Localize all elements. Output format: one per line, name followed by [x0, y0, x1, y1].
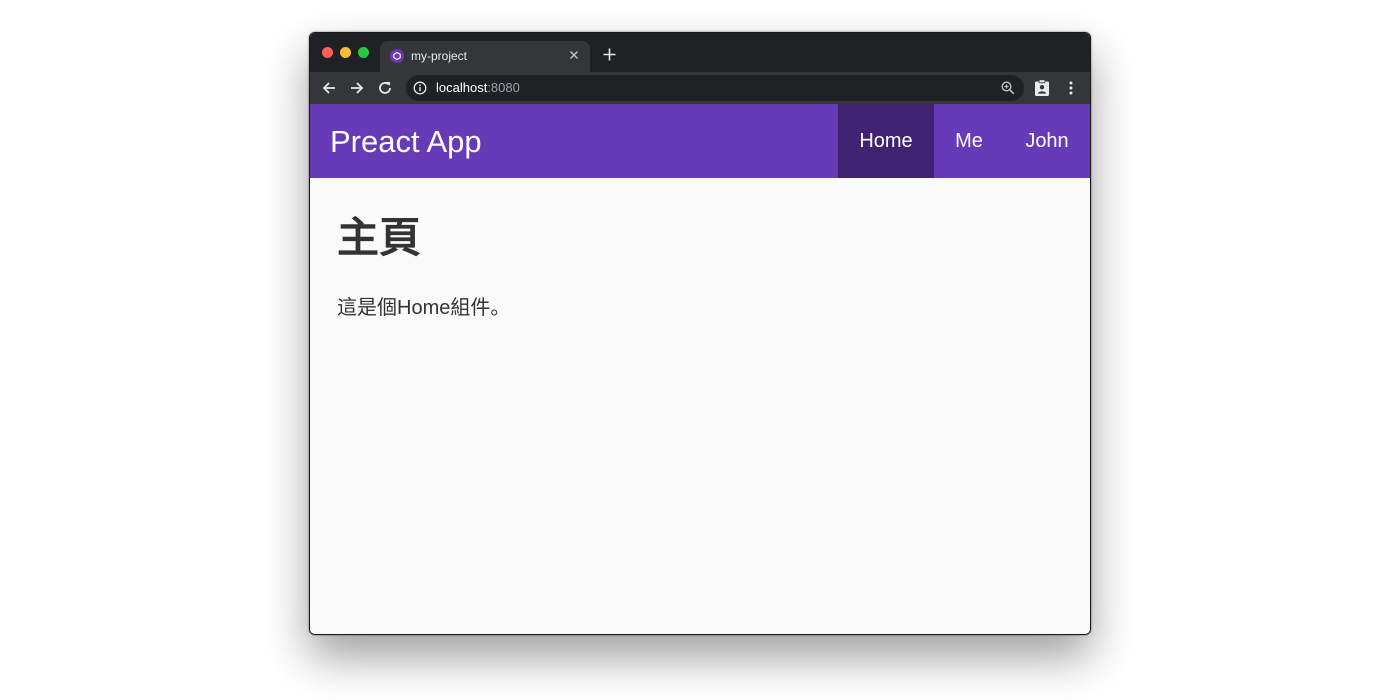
app-title: Preact App [330, 124, 482, 159]
reload-icon[interactable] [375, 78, 395, 98]
tab-strip: my-project [310, 33, 1090, 72]
plus-icon[interactable] [600, 45, 618, 63]
url-text: localhost:8080 [436, 81, 520, 95]
preact-logo-icon [390, 49, 404, 63]
browser-toolbar: localhost:8080 [310, 72, 1090, 104]
address-bar[interactable]: localhost:8080 [406, 75, 1024, 101]
browser-tab[interactable]: my-project [380, 41, 590, 72]
clipboard-account-icon[interactable] [1032, 78, 1052, 98]
vertical-dots-icon[interactable] [1061, 78, 1081, 98]
nav-link-home[interactable]: Home [838, 104, 934, 178]
app-header: Preact App Home Me John [310, 104, 1090, 178]
nav-link-john[interactable]: John [1004, 104, 1090, 178]
close-window-button[interactable] [322, 47, 333, 58]
arrow-right-icon[interactable] [347, 78, 367, 98]
page-description: 這是個Home組件。 [337, 297, 511, 319]
page-title: 主頁 [337, 214, 422, 261]
page-content: 主頁 這是個Home組件。 [310, 178, 1090, 634]
zoom-in-icon[interactable] [1000, 80, 1016, 96]
tab-title: my-project [411, 49, 468, 63]
nav-link-me[interactable]: Me [934, 104, 1004, 178]
main-nav: Home Me John [838, 104, 1090, 178]
arrow-left-icon[interactable] [319, 78, 339, 98]
minimize-window-button[interactable] [340, 47, 351, 58]
browser-window: my-project localhost:8080 Preact App Hom… [309, 32, 1091, 635]
zoom-window-button[interactable] [358, 47, 369, 58]
close-icon[interactable] [566, 47, 582, 63]
url-host: localhost [436, 80, 488, 95]
info-icon[interactable] [413, 81, 427, 95]
url-port: :8080 [487, 80, 520, 95]
